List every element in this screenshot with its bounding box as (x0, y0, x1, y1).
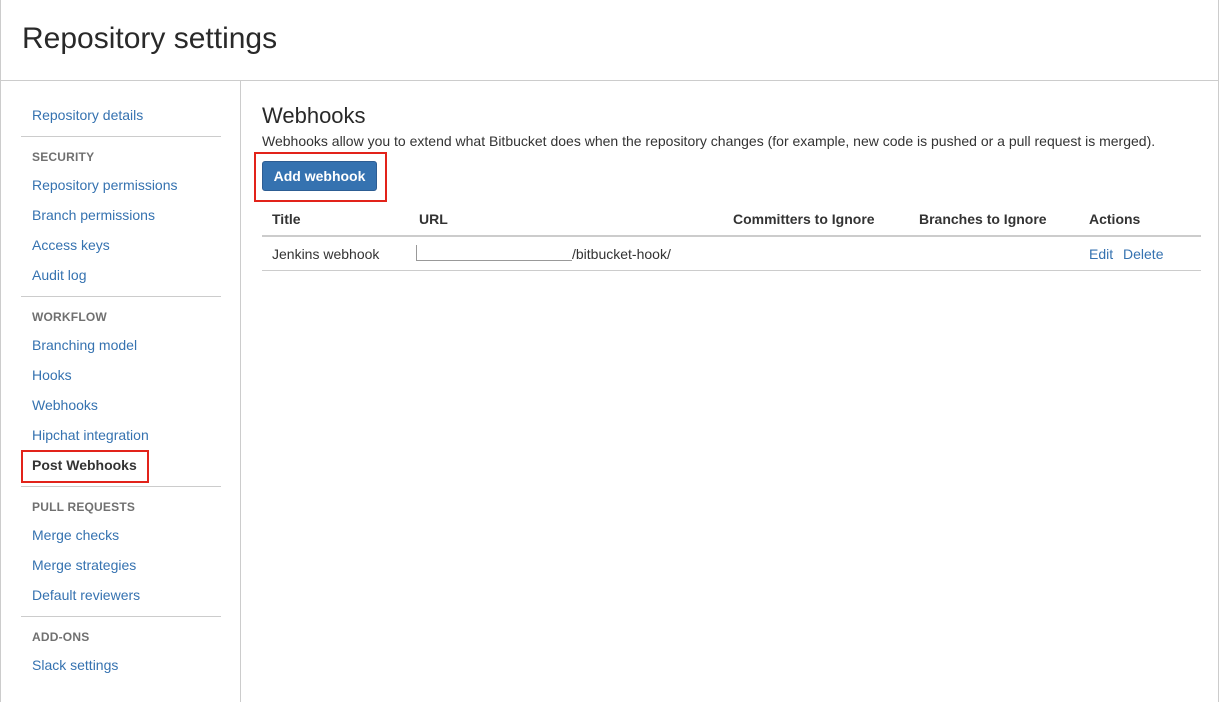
section-title: Webhooks (262, 103, 366, 128)
sidebar-item-audit-log[interactable]: Audit log (32, 267, 86, 283)
sidebar-divider (21, 296, 221, 297)
sidebar-heading-workflow: WORKFLOW (32, 310, 107, 324)
settings-sidebar: Repository details SECURITY Repository p… (1, 81, 241, 702)
sidebar-item-branching-model[interactable]: Branching model (32, 337, 137, 353)
sidebar-item-branch-permissions[interactable]: Branch permissions (32, 207, 155, 223)
sidebar-item-access-keys[interactable]: Access keys (32, 237, 110, 253)
page-title: Repository settings (22, 21, 278, 55)
sidebar-divider (21, 616, 221, 617)
webhook-url: /bitbucket-hook/ (572, 246, 671, 262)
sidebar-item-hipchat-integration[interactable]: Hipchat integration (32, 427, 149, 443)
add-webhook-button[interactable]: Add webhook (262, 161, 377, 191)
sidebar-heading-add-ons: ADD-ONS (32, 630, 90, 644)
sidebar-item-post-webhooks[interactable]: Post Webhooks (32, 457, 137, 473)
column-header-branches: Branches to Ignore (919, 211, 1047, 227)
sidebar-item-repository-permissions[interactable]: Repository permissions (32, 177, 178, 193)
sidebar-item-hooks[interactable]: Hooks (32, 367, 72, 383)
column-header-url: URL (419, 211, 448, 227)
table-row: Jenkins webhook /bitbucket-hook/ Edit De… (262, 237, 1201, 271)
column-header-committers: Committers to Ignore (733, 211, 875, 227)
webhook-title: Jenkins webhook (272, 246, 380, 262)
edit-link[interactable]: Edit (1089, 246, 1113, 262)
sidebar-heading-security: SECURITY (32, 150, 95, 164)
delete-link[interactable]: Delete (1123, 246, 1163, 262)
row-actions: Edit Delete (1089, 246, 1163, 262)
sidebar-item-merge-strategies[interactable]: Merge strategies (32, 557, 136, 573)
redacted-url (416, 245, 572, 261)
table-header: Title URL Committers to Ignore Branches … (262, 205, 1201, 237)
column-header-title: Title (272, 211, 301, 227)
sidebar-item-slack-settings[interactable]: Slack settings (32, 657, 118, 673)
section-description: Webhooks allow you to extend what Bitbuc… (262, 133, 1156, 149)
sidebar-item-repository-details[interactable]: Repository details (32, 107, 143, 123)
sidebar-item-default-reviewers[interactable]: Default reviewers (32, 587, 140, 603)
sidebar-divider (21, 136, 221, 137)
page: Repository settings Repository details S… (0, 0, 1219, 702)
sidebar-item-merge-checks[interactable]: Merge checks (32, 527, 119, 543)
webhooks-table: Title URL Committers to Ignore Branches … (262, 205, 1201, 271)
column-header-actions: Actions (1089, 211, 1141, 227)
page-header: Repository settings (1, 0, 1218, 81)
sidebar-heading-pull-requests: PULL REQUESTS (32, 500, 136, 514)
sidebar-divider (21, 486, 221, 487)
sidebar-item-webhooks[interactable]: Webhooks (32, 397, 98, 413)
